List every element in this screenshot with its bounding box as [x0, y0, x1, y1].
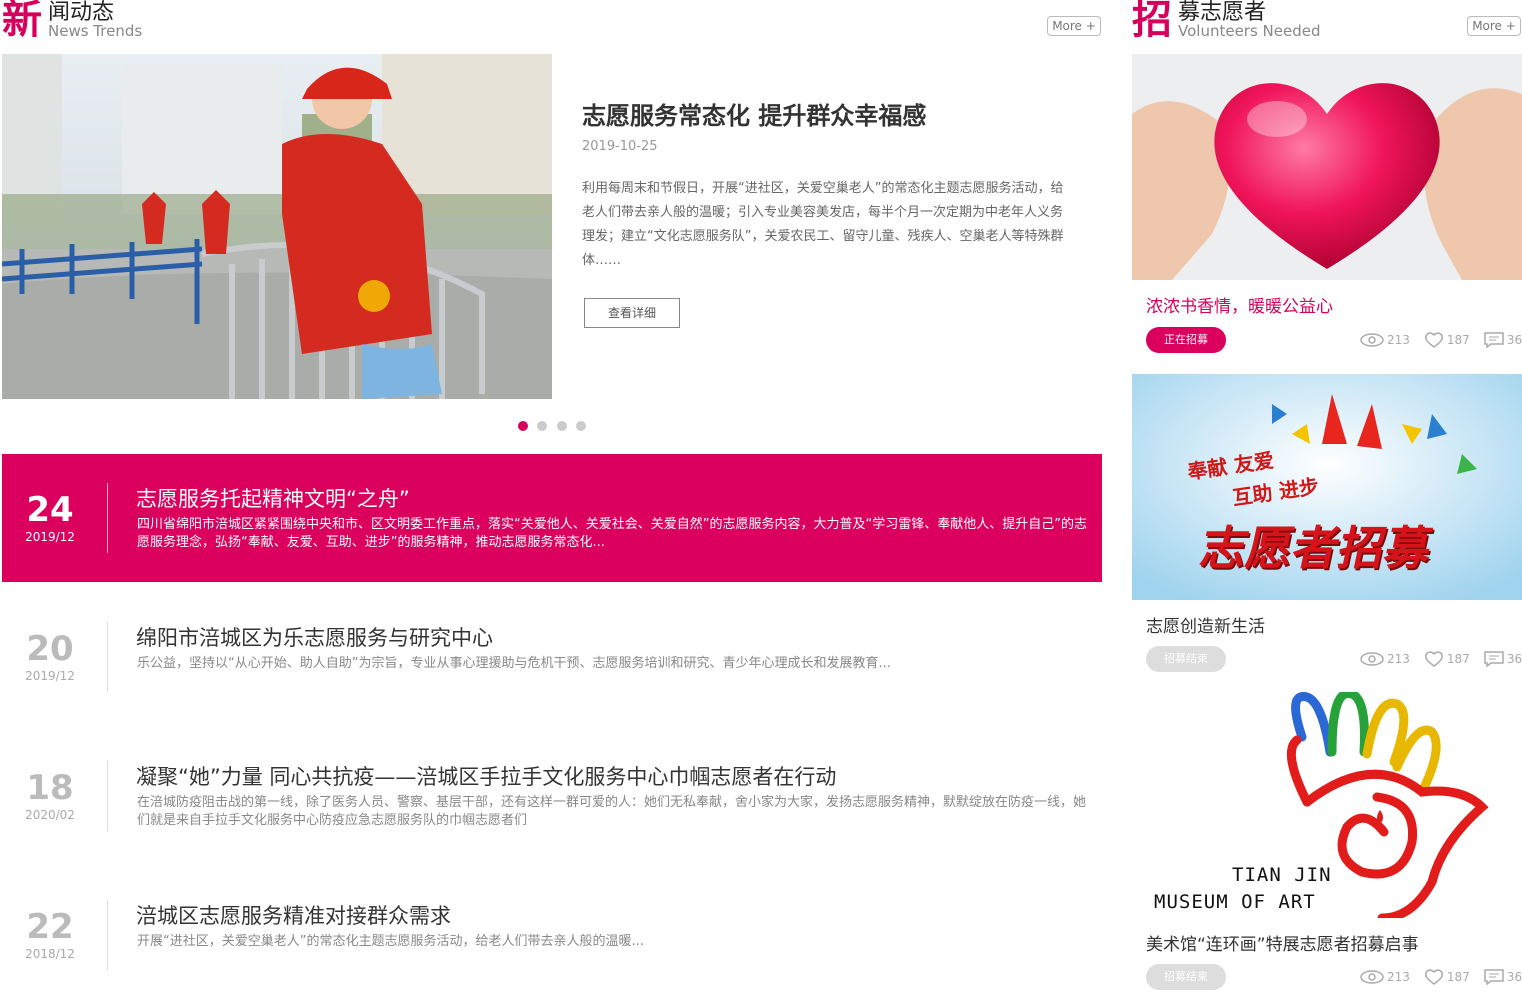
news-year-month: 2018/12 — [25, 947, 75, 961]
volunteer-card-image[interactable]: TIAN JIN MUSEUM OF ART — [1132, 692, 1522, 918]
news-day: 22 — [26, 907, 74, 947]
heart-in-hands-image — [1132, 54, 1522, 280]
featured-slide-image[interactable] — [2, 54, 552, 399]
news-subtitle: News Trends — [48, 22, 143, 40]
museum-logo-line-2: MUSEUM OF ART — [1154, 891, 1316, 913]
featured-title[interactable]: 志愿服务常态化 提升群众幸福感 — [582, 96, 926, 131]
volunteer-cleaning-photo — [2, 54, 552, 399]
views-count: 213 — [1387, 970, 1410, 984]
volunteer-card-image[interactable]: 奉献 友爱 互助 进步 志愿者招募 — [1132, 374, 1522, 600]
eye-icon — [1360, 970, 1384, 984]
comments-stat[interactable]: 36 — [1484, 331, 1522, 349]
news-divider — [107, 900, 108, 970]
news-description: 开展“进社区，关爱空巢老人”的常态化主题志愿服务活动，给老人们带去亲人般的温暖.… — [137, 934, 644, 949]
news-divider — [107, 761, 108, 831]
featured-description: 利用每周末和节假日，开展“进社区，关爱空巢老人”的常态化主题志愿服务活动，给老人… — [582, 181, 1064, 268]
likes-stat[interactable]: 187 — [1424, 331, 1470, 349]
status-badge: 招募结束 — [1146, 964, 1226, 990]
carousel-dot-3[interactable] — [557, 421, 567, 431]
eye-icon — [1360, 652, 1384, 666]
news-year-month: 2020/02 — [25, 808, 75, 822]
heart-icon — [1424, 969, 1443, 985]
volunteer-title-initial: 招 — [1132, 0, 1172, 43]
carousel-dot-4[interactable] — [576, 421, 586, 431]
news-section-header: 新 闻动态 News Trends More + — [2, 0, 1102, 44]
news-divider — [107, 483, 108, 553]
likes-count: 187 — [1446, 970, 1470, 984]
likes-count: 187 — [1446, 333, 1470, 347]
view-detail-button[interactable]: 查看详细 — [584, 298, 680, 328]
volunteer-card-title[interactable]: 浓浓书香情，暖暖公益心 — [1146, 292, 1333, 317]
news-title[interactable]: 涪城区志愿服务精准对接群众需求 — [136, 900, 451, 930]
views-stat: 213 — [1360, 968, 1410, 986]
likes-stat[interactable]: 187 — [1424, 968, 1470, 986]
poster-main-title: 志愿者招募 — [1195, 521, 1438, 575]
card-stats: 213 187 36 — [1360, 650, 1522, 668]
volunteer-section-header: 招 募志愿者 Volunteers Needed More + — [1132, 0, 1522, 44]
comment-icon — [1484, 651, 1504, 667]
views-stat: 213 — [1360, 650, 1410, 668]
heart-icon — [1424, 651, 1443, 667]
news-divider — [107, 622, 108, 692]
news-year-month: 2019/12 — [25, 669, 75, 683]
news-list-item[interactable]: 18 2020/02 凝聚“她”力量 同心共抗疫——涪城区手拉手文化服务中心巾帼… — [2, 732, 1102, 860]
news-description: 在涪城防疫阻击战的第一线，除了医务人员、警察、基层干部，还有这样一群可爱的人：她… — [137, 795, 1087, 828]
status-badge: 招募结束 — [1146, 646, 1226, 672]
comment-icon — [1484, 332, 1504, 348]
volunteer-card-title[interactable]: 志愿创造新生活 — [1146, 612, 1265, 637]
news-year-month: 2019/12 — [25, 530, 75, 544]
news-title[interactable]: 绵阳市涪城区为乐志愿服务与研究中心 — [136, 622, 493, 652]
news-day: 20 — [26, 629, 74, 669]
carousel-dot-1[interactable] — [518, 421, 528, 431]
news-description: 四川省绵阳市涪城区紧紧围绕中央和市、区文明委工作重点，落实“关爱他人、关爱社会、… — [137, 517, 1087, 550]
views-count: 213 — [1387, 333, 1410, 347]
heart-icon — [1424, 332, 1443, 348]
card-stats: 213 187 36 — [1360, 331, 1522, 349]
volunteer-card-image[interactable] — [1132, 54, 1522, 280]
likes-count: 187 — [1446, 652, 1470, 666]
news-title-initial: 新 — [2, 0, 42, 43]
carousel-dot-2[interactable] — [537, 421, 547, 431]
news-day: 18 — [26, 768, 74, 808]
museum-logo-line-1: TIAN JIN — [1232, 864, 1332, 886]
volunteer-subtitle: Volunteers Needed — [1178, 22, 1321, 40]
views-count: 213 — [1387, 652, 1410, 666]
comments-stat[interactable]: 36 — [1484, 650, 1522, 668]
news-list-item[interactable]: 20 2019/12 绵阳市涪城区为乐志愿服务与研究中心 乐公益，坚持以“从心开… — [2, 593, 1102, 721]
card-stats: 213 187 36 — [1360, 968, 1522, 986]
comments-stat[interactable]: 36 — [1484, 968, 1522, 986]
comments-count: 36 — [1506, 333, 1522, 347]
status-badge: 正在招募 — [1146, 327, 1226, 353]
news-title[interactable]: 凝聚“她”力量 同心共抗疫——涪城区手拉手文化服务中心巾帼志愿者在行动 — [136, 761, 836, 791]
featured-date: 2019-10-25 — [582, 139, 658, 154]
eye-icon — [1360, 333, 1384, 347]
news-description: 乐公益，坚持以“从心开始、助人自助”为宗旨，专业从事心理援助与危机干预、志愿服务… — [137, 656, 891, 671]
news-title[interactable]: 志愿服务托起精神文明“之舟” — [136, 483, 410, 513]
news-list-item[interactable]: 24 2019/12 志愿服务托起精神文明“之舟” 四川省绵阳市涪城区紧紧围绕中… — [2, 454, 1102, 582]
news-day: 24 — [26, 490, 74, 530]
volunteer-more-button[interactable]: More + — [1467, 16, 1521, 36]
volunteer-card-title[interactable]: 美术馆“连环画”特展志愿者招募启事 — [1146, 930, 1419, 955]
comment-icon — [1484, 969, 1504, 985]
news-list-item[interactable]: 22 2018/12 涪城区志愿服务精准对接群众需求 开展“进社区，关爱空巢老人… — [2, 871, 1102, 999]
likes-stat[interactable]: 187 — [1424, 650, 1470, 668]
views-stat: 213 — [1360, 331, 1410, 349]
news-more-button[interactable]: More + — [1047, 16, 1101, 36]
comments-count: 36 — [1506, 970, 1522, 984]
comments-count: 36 — [1506, 652, 1522, 666]
